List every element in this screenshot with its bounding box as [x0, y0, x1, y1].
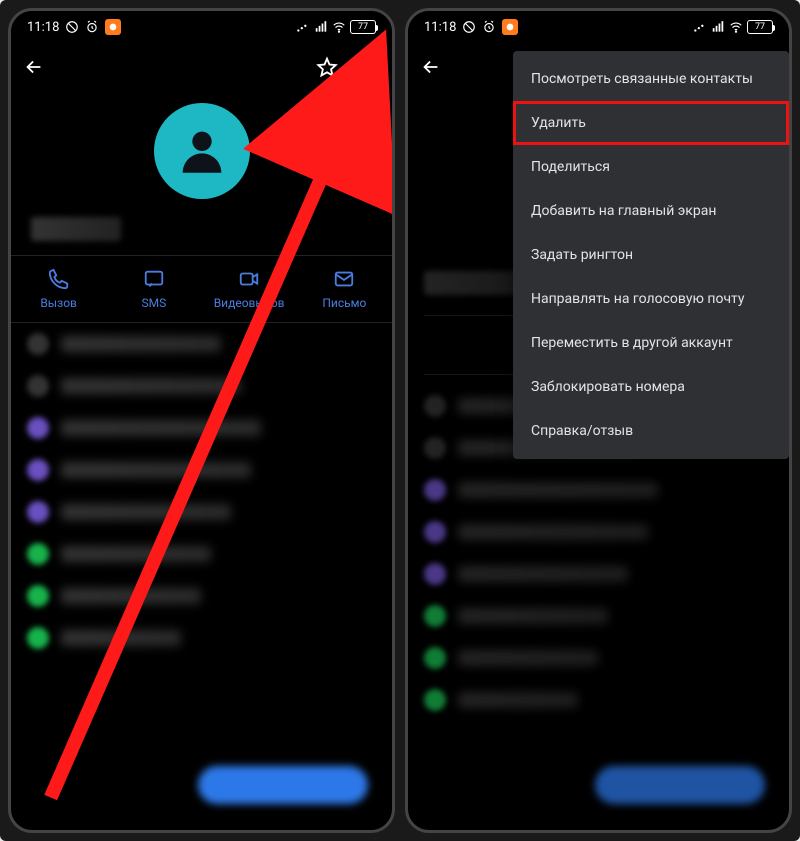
phone-left: 11:18 — [8, 8, 395, 833]
overflow-menu: Посмотреть связанные контакты Удалить По… — [513, 51, 789, 459]
action-row: Вызов SMS Видеовызов Письмо — [11, 255, 392, 323]
avatar-section — [11, 91, 392, 217]
contact-details-list — [11, 323, 392, 830]
action-call-label: Вызов — [40, 296, 77, 310]
status-time: 11:18 — [27, 20, 59, 35]
avatar — [154, 103, 250, 199]
dnd-icon — [65, 20, 79, 34]
action-email[interactable]: Письмо — [297, 268, 392, 310]
alarm-icon — [85, 20, 99, 34]
wifi-icon — [332, 20, 346, 34]
signal-dots-icon — [296, 20, 310, 34]
dnd-icon — [462, 20, 476, 34]
list-item — [424, 605, 773, 627]
back-button[interactable] — [23, 56, 45, 78]
battery-icon: 77 — [350, 20, 376, 34]
list-item — [424, 521, 773, 543]
sms-icon — [143, 268, 165, 290]
alarm-icon — [482, 20, 496, 34]
menu-block[interactable]: Заблокировать номера — [513, 365, 789, 409]
menu-set-ringtone[interactable]: Задать рингтон — [513, 233, 789, 277]
list-item — [27, 501, 376, 523]
menu-view-linked[interactable]: Посмотреть связанные контакты — [513, 57, 789, 101]
action-call[interactable]: Вызов — [11, 268, 106, 310]
list-item — [27, 375, 376, 397]
status-bar: 11:18 — [11, 11, 392, 43]
floating-action-pill[interactable] — [198, 766, 368, 804]
back-button[interactable] — [420, 56, 442, 78]
battery-icon: 77 — [747, 20, 773, 34]
menu-share[interactable]: Поделиться — [513, 145, 789, 189]
wifi-icon — [729, 20, 743, 34]
menu-move-account[interactable]: Переместить в другой аккаунт — [513, 321, 789, 365]
status-time: 11:18 — [424, 20, 456, 35]
app-header — [11, 43, 392, 91]
signal-dots-icon — [693, 20, 707, 34]
app-notif-icon — [105, 19, 121, 35]
list-item — [27, 585, 376, 607]
phone-icon — [48, 268, 70, 290]
list-item — [27, 459, 376, 481]
email-icon — [333, 268, 355, 290]
menu-help[interactable]: Справка/отзыв — [513, 409, 789, 453]
list-item — [27, 333, 376, 355]
list-item — [424, 647, 773, 669]
menu-route-voicemail[interactable]: Направлять на голосовую почту — [513, 277, 789, 321]
video-icon — [238, 268, 260, 290]
action-sms[interactable]: SMS — [106, 268, 201, 310]
menu-add-home[interactable]: Добавить на главный экран — [513, 189, 789, 233]
action-video[interactable]: Видеовызов — [202, 268, 297, 310]
action-sms-label: SMS — [142, 296, 167, 310]
list-item — [27, 627, 376, 649]
list-item — [424, 479, 773, 501]
signal-bars-icon — [711, 20, 725, 34]
app-notif-icon — [502, 19, 518, 35]
more-menu-button[interactable] — [358, 56, 380, 78]
list-item — [424, 689, 773, 711]
floating-action-pill[interactable] — [595, 766, 765, 804]
menu-delete[interactable]: Удалить — [513, 101, 789, 145]
star-icon[interactable] — [316, 56, 338, 78]
status-bar: 11:18 — [408, 11, 789, 43]
contact-name — [11, 217, 392, 255]
list-item — [424, 563, 773, 585]
action-video-label: Видеовызов — [214, 296, 285, 310]
action-email-label: Письмо — [322, 296, 366, 310]
list-item — [27, 543, 376, 565]
signal-bars-icon — [314, 20, 328, 34]
phone-right: 11:18 — [405, 8, 792, 833]
list-item — [27, 417, 376, 439]
